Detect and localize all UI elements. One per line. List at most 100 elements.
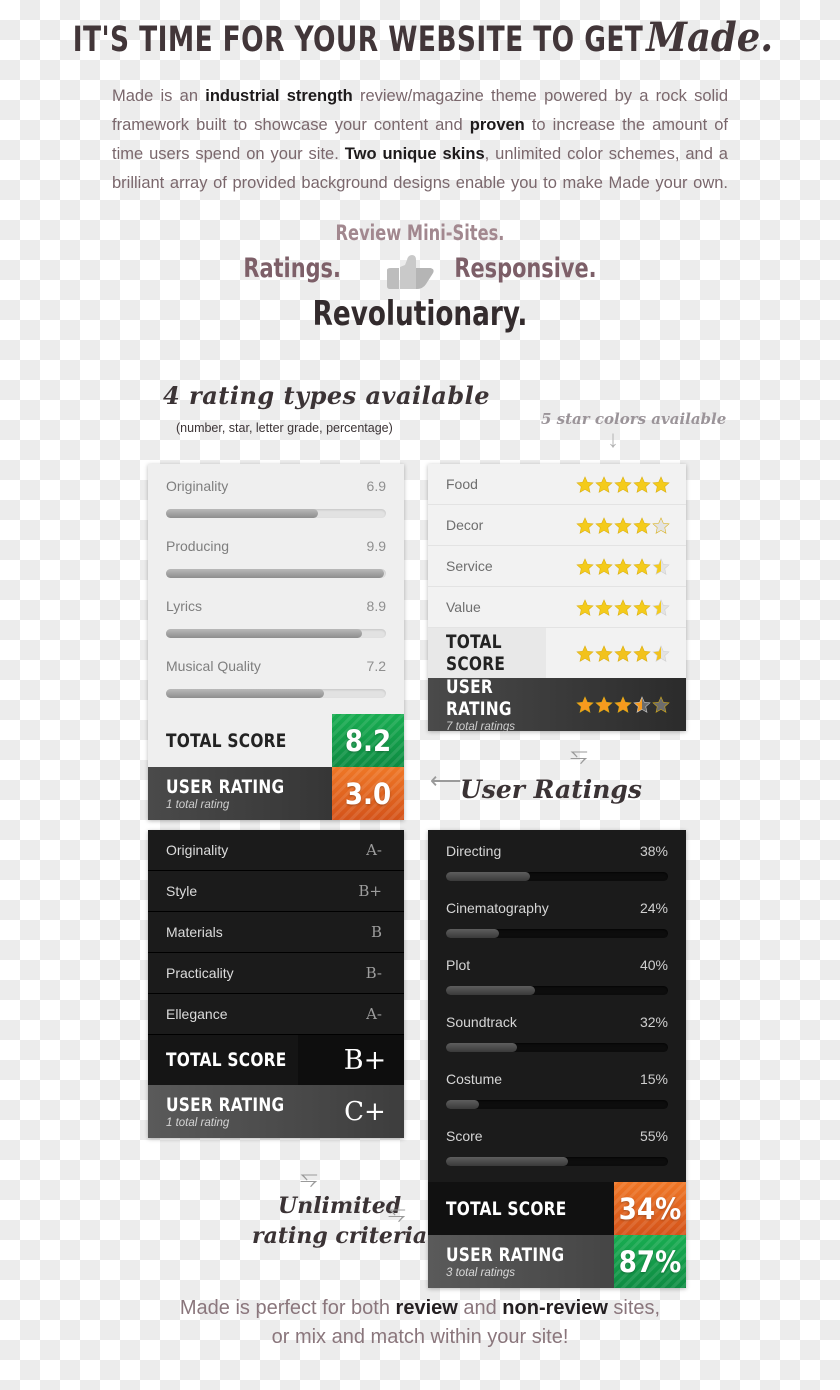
- percent-total-score-label: TOTAL SCORE: [446, 1197, 567, 1220]
- criterion-bar-track: [446, 929, 668, 938]
- intro-text-1: Made is an: [112, 87, 206, 105]
- criterion-grade: A-: [366, 1005, 382, 1023]
- percent-criterion-row: Cinematography 24%: [428, 887, 686, 944]
- criterion-bar-fill: [446, 929, 500, 938]
- criterion-bar-track: [166, 509, 386, 518]
- footer-bold-1: review: [395, 1297, 458, 1319]
- criterion-name: Ellegance: [166, 1006, 228, 1022]
- number-criteria-list: Originality 6.9 Producing 9.9 Lyrics 8.9 Music…: [148, 464, 404, 714]
- criterion-value: 55%: [639, 1128, 668, 1144]
- criterion-grade: B-: [365, 964, 382, 982]
- grade-criterion-row: Ellegance A-: [148, 994, 404, 1035]
- star-icon-filled: [576, 475, 594, 493]
- star-icon-filled: [633, 516, 651, 534]
- number-user-rating-value: 3.0: [332, 767, 404, 820]
- star-total-score-row: TOTAL SCORE: [428, 628, 686, 678]
- star-icon-filled: [595, 598, 613, 616]
- criterion-name: Producing: [166, 538, 230, 554]
- star-icon-half: [652, 598, 670, 616]
- rating-panel-percent: Directing 38% Cinematography 24% Plot 40% Soun…: [428, 830, 686, 1288]
- intro-paragraph: Made is an industrial strength review/ma…: [112, 82, 728, 198]
- criterion-name: Service: [446, 558, 493, 574]
- percent-criteria-list: Directing 38% Cinematography 24% Plot 40% Soun…: [428, 830, 686, 1182]
- percent-total-score-row: TOTAL SCORE 34%: [428, 1182, 686, 1235]
- star-criteria-list: Food Decor Service Value: [428, 464, 686, 628]
- star-icon-half: [652, 557, 670, 575]
- criterion-bar-track: [166, 689, 386, 698]
- number-criterion-row: Lyrics 8.9: [148, 584, 404, 644]
- criterion-bar-fill: [166, 629, 362, 638]
- criterion-bar-fill: [446, 1100, 480, 1109]
- grade-criterion-row: Originality A-: [148, 830, 404, 871]
- percent-user-rating-sub: 3 total ratings: [446, 1267, 516, 1279]
- star-icon-filled: [652, 475, 670, 493]
- criterion-grade: B: [370, 923, 382, 941]
- criterion-name: Costume: [446, 1071, 503, 1087]
- page-title: IT'S TIME FOR YOUR WEBSITE TO GETMade.: [67, 14, 773, 61]
- footer-line-1: Made is perfect for both review and non-…: [0, 1294, 840, 1323]
- star-icon-filled: [595, 475, 613, 493]
- annotation-rating-types: 4 rating types available: [163, 381, 490, 410]
- star-icon-filled: [576, 644, 594, 662]
- criterion-name: Decor: [446, 517, 484, 533]
- percent-user-rating-label: USER RATING: [446, 1244, 565, 1266]
- criterion-name: Score: [446, 1128, 483, 1144]
- footer-bold-2: non-review: [502, 1297, 608, 1319]
- star-icon-filled: [614, 644, 632, 662]
- percent-user-rating-row: USER RATING 3 total ratings 87%: [428, 1235, 686, 1288]
- star-icon-half: [652, 644, 670, 662]
- criterion-bar-track: [446, 1157, 668, 1166]
- criterion-name: Plot: [446, 957, 471, 973]
- grade-user-rating-row: USER RATING 1 total rating C+: [148, 1085, 404, 1138]
- criterion-bar-track: [446, 1043, 668, 1052]
- criterion-stars: [576, 475, 686, 493]
- criterion-value: 40%: [639, 957, 668, 973]
- criterion-bar-fill: [166, 689, 325, 698]
- criterion-name: Cinematography: [446, 900, 549, 916]
- percent-user-rating-value: 87%: [614, 1235, 686, 1288]
- criterion-bar-fill: [446, 872, 531, 881]
- criterion-value: 15%: [639, 1071, 668, 1087]
- grade-user-rating-value: C+: [344, 1096, 386, 1127]
- star-icon-half: [633, 696, 651, 713]
- number-user-rating-sub: 1 total rating: [166, 799, 230, 811]
- star-icon-filled: [614, 696, 632, 713]
- star-user-rating-stars: [576, 678, 686, 731]
- star-icon-filled: [595, 557, 613, 575]
- star-icon-filled: [614, 516, 632, 534]
- number-criterion-row: Producing 9.9: [148, 524, 404, 584]
- criterion-stars: [576, 598, 686, 616]
- criterion-name: Soundtrack: [446, 1014, 517, 1030]
- criterion-name: Directing: [446, 843, 502, 859]
- grade-total-score-row: TOTAL SCORE B+: [148, 1035, 404, 1085]
- footer-text-3: sites,: [607, 1297, 661, 1319]
- percent-total-score-value: 34%: [614, 1182, 686, 1235]
- rating-panel-grade: Originality A- Style B+ Materials B Practicali…: [148, 830, 404, 1138]
- tagline-ratings: Ratings.: [243, 253, 341, 284]
- intro-bold-3: Two unique skins: [344, 145, 485, 163]
- star-icon-filled: [633, 557, 651, 575]
- star-icon-filled: [595, 516, 613, 534]
- criterion-value: 7.2: [366, 658, 386, 674]
- criterion-value: 38%: [639, 843, 668, 859]
- criterion-name: Originality: [166, 478, 229, 494]
- star-icon-empty: [652, 516, 670, 534]
- grade-criterion-row: Materials B: [148, 912, 404, 953]
- tagline-responsive: Responsive.: [454, 253, 597, 284]
- criterion-bar-track: [166, 629, 386, 638]
- number-user-rating-row: USER RATING 1 total rating 3.0: [148, 767, 404, 820]
- star-criterion-row: Food: [428, 464, 686, 505]
- percent-criterion-row: Score 55%: [428, 1115, 686, 1172]
- grade-criterion-row: Style B+: [148, 871, 404, 912]
- percent-criterion-row: Plot 40%: [428, 944, 686, 1001]
- criterion-name: Originality: [166, 842, 229, 858]
- number-criterion-row: Musical Quality 7.2: [148, 644, 404, 704]
- star-icon-filled: [633, 644, 651, 662]
- tagline-review-mini-sites: Review Mini-Sites.: [335, 221, 505, 245]
- percent-criterion-row: Soundtrack 32%: [428, 1001, 686, 1058]
- annotation-rating-types-subtitle: (number, star, letter grade, percentage): [176, 421, 393, 435]
- arrow-down-icon: ↓: [607, 426, 619, 453]
- criterion-bar-fill: [166, 569, 384, 578]
- number-total-score-value: 8.2: [332, 714, 404, 767]
- criterion-bar-track: [446, 986, 668, 995]
